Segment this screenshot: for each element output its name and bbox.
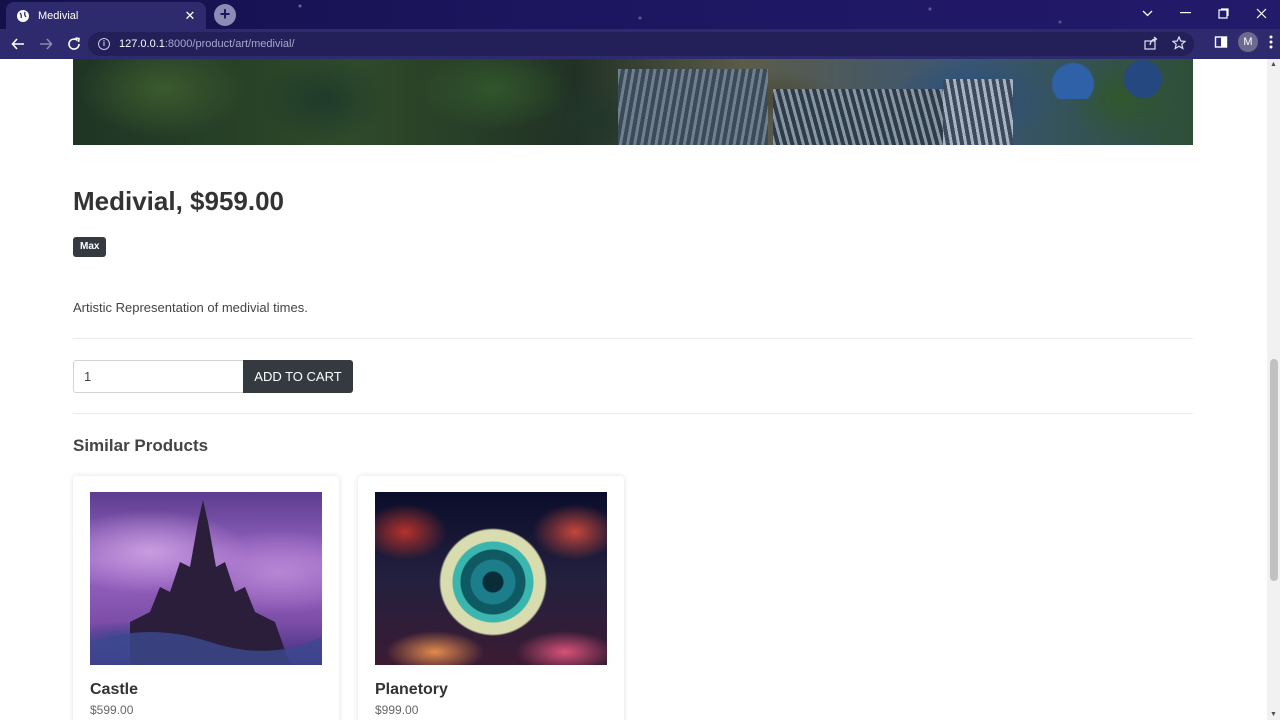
vertical-scrollbar[interactable]: ▲ ▼ <box>1267 59 1280 720</box>
site-info-icon[interactable]: i <box>98 38 110 50</box>
globe-icon <box>17 9 29 22</box>
restore-button[interactable] <box>1204 0 1242 26</box>
product-card-price: $599.00 <box>90 703 134 717</box>
omnibox-actions <box>1144 36 1186 50</box>
product-image <box>73 59 1193 145</box>
share-icon[interactable] <box>1144 36 1158 50</box>
image-detail <box>1013 59 1193 99</box>
castle-silhouette <box>90 500 322 665</box>
vendor-badge: Max <box>73 237 107 257</box>
image-detail <box>943 79 1013 145</box>
toolbar-right: M <box>1214 32 1274 52</box>
product-description: Artistic Representation of medivial time… <box>73 300 308 315</box>
product-thumbnail[interactable] <box>90 492 322 665</box>
forward-arrow-icon[interactable] <box>33 31 59 57</box>
scroll-up-arrow-icon[interactable]: ▲ <box>1269 61 1278 68</box>
divider <box>73 338 1193 339</box>
menu-icon[interactable] <box>1268 34 1274 50</box>
divider <box>73 413 1193 414</box>
window-controls <box>1128 0 1280 29</box>
tab-search-icon[interactable] <box>1128 0 1166 26</box>
reload-icon[interactable] <box>61 31 87 57</box>
close-tab-icon[interactable]: ✕ <box>182 8 198 24</box>
product-card-name[interactable]: Castle <box>90 681 138 699</box>
scroll-down-arrow-icon[interactable]: ▼ <box>1269 711 1278 718</box>
profile-avatar[interactable]: M <box>1238 32 1258 52</box>
product-card[interactable]: Castle $599.00 <box>73 476 339 720</box>
browser-tab[interactable]: Medivial ✕ <box>6 2 206 29</box>
address-bar[interactable]: i 127.0.0.1:8000/product/art/medivial/ <box>88 32 1194 56</box>
side-panel-icon[interactable] <box>1214 35 1228 49</box>
back-arrow-icon[interactable] <box>5 31 31 57</box>
product-card[interactable]: Planetory $999.00 <box>358 476 624 720</box>
browser-window: Medivial ✕ + i 127.0.0.1:8000/product/a… <box>0 0 1280 720</box>
product-card-name[interactable]: Planetory <box>375 681 448 699</box>
tab-title: Medivial <box>38 9 79 22</box>
quantity-input[interactable] <box>73 360 243 393</box>
product-thumbnail[interactable] <box>375 492 607 665</box>
browser-toolbar: i 127.0.0.1:8000/product/art/medivial/ M <box>0 29 1280 59</box>
scrollbar-thumb[interactable] <box>1270 359 1278 581</box>
minimize-button[interactable] <box>1166 0 1204 26</box>
url-path: :8000/product/art/medivial/ <box>164 38 295 50</box>
close-window-button[interactable] <box>1242 0 1280 26</box>
product-title: Medivial, $959.00 <box>73 186 285 216</box>
image-detail <box>773 89 943 145</box>
new-tab-button[interactable]: + <box>214 4 236 26</box>
add-to-cart-button[interactable]: ADD TO CART <box>243 360 353 393</box>
bookmark-star-icon[interactable] <box>1172 36 1186 50</box>
page-viewport: Medivial, $959.00 Max Artistic Represent… <box>0 59 1267 720</box>
url-host: 127.0.0.1 <box>119 38 165 50</box>
image-detail <box>618 69 768 145</box>
product-card-price: $999.00 <box>375 703 419 717</box>
title-bar: Medivial ✕ + <box>0 0 1280 29</box>
similar-products-heading: Similar Products <box>73 436 209 455</box>
